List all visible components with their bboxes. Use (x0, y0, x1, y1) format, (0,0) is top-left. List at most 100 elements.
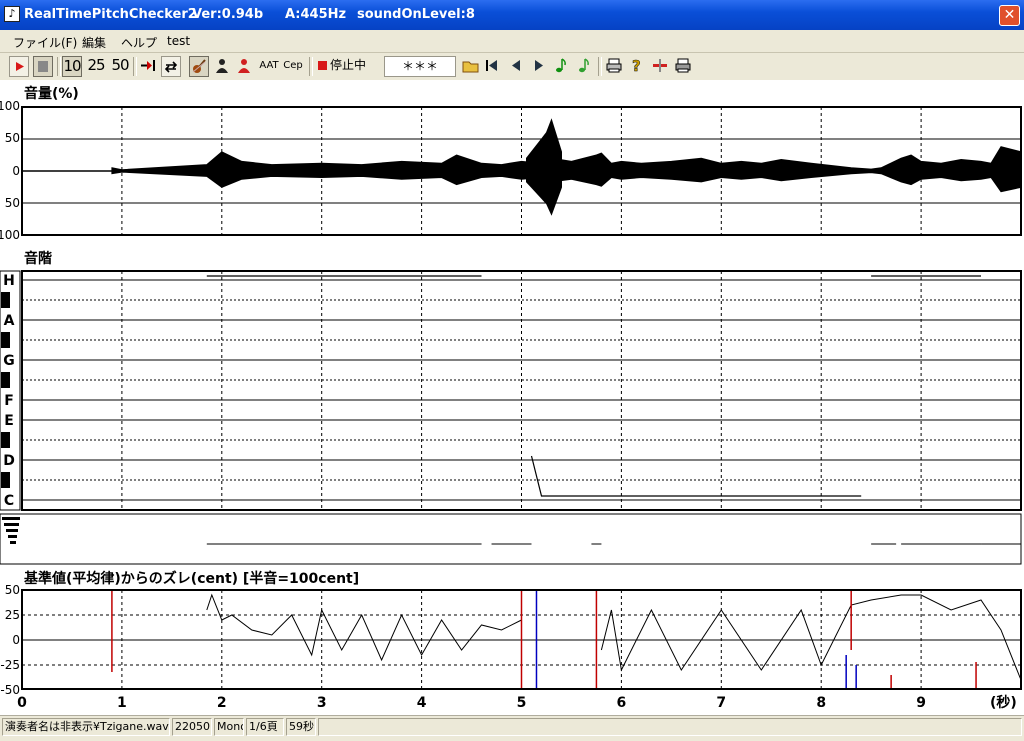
volume-series-1 (526, 118, 562, 216)
x-tick-label-8: 8 (816, 695, 826, 711)
stop-icon (38, 61, 48, 72)
x-tick-label-9: 9 (916, 695, 926, 711)
scale-pitch-series-1 (530, 455, 862, 497)
note-green-alt-button[interactable] (575, 56, 595, 77)
deviation-y-label-25: 25 (5, 608, 20, 622)
svg-text:?: ? (632, 57, 641, 75)
x-tick-label-5: 5 (517, 695, 527, 711)
menu-file[interactable]: ファイル(F) (13, 34, 77, 51)
deviation-series-1 (600, 594, 1022, 681)
volume-panel-title: 音量(%) (24, 85, 79, 102)
subband-tick-2 (6, 529, 18, 532)
note-label-F: F (4, 393, 14, 409)
printer-alt-icon (675, 58, 691, 73)
x-tick-label-4: 4 (417, 695, 427, 711)
x-axis: 0 1 2 3 4 5 6 7 8 9 (17, 695, 926, 711)
volume-y-label-100-bottom: 100 (0, 228, 20, 242)
help-question-icon: ? (632, 57, 641, 76)
x-tick-label-1: 1 (117, 695, 127, 711)
menu-edit[interactable]: 編集 (82, 34, 106, 51)
aat-button[interactable]: AAT (258, 56, 280, 77)
menu-test[interactable]: test (167, 34, 190, 48)
toolbar: 10 25 50 AAT Cep 停止中 ＊＊＊ ? (0, 53, 1024, 80)
help-button[interactable]: ? (627, 56, 647, 77)
person-red-button[interactable] (234, 56, 254, 77)
app-icon: ♪ (4, 6, 20, 22)
folder-open-icon (462, 61, 479, 73)
prev-page-button[interactable] (506, 56, 526, 77)
print-button[interactable] (604, 56, 624, 77)
speed-50-button[interactable]: 50 (109, 56, 131, 77)
note-label-G: G (3, 353, 15, 369)
note-label-A: A (4, 313, 15, 329)
status-sample-rate: 22050 (172, 718, 212, 736)
octave-subband (0, 513, 1022, 565)
x-tick-label-7: 7 (716, 695, 726, 711)
speed-10-button[interactable]: 10 (62, 56, 82, 77)
status-page: 1/6頁 (246, 718, 284, 736)
window-title-level: soundOnLevel:8 (357, 7, 475, 22)
scale-panel-frame (21, 270, 1022, 511)
scale-pitch-lines (206, 275, 981, 497)
subband-tick-0 (2, 517, 20, 520)
volume-y-label-100-top: 100 (0, 99, 20, 113)
stop-button[interactable] (33, 56, 53, 77)
volume-y-label-0: 0 (12, 164, 20, 178)
title-bar: ♪ RealTimePitchChecker2 Ver:0.94b A:445H… (0, 0, 1024, 30)
note-label-H: H (3, 273, 15, 289)
speed-25-button[interactable]: 25 (85, 56, 107, 77)
deviation-panel-title: 基準値(平均律)からのズレ(cent) [半音=100cent] (24, 570, 359, 587)
marker-button[interactable] (650, 56, 670, 77)
first-page-button[interactable] (482, 56, 502, 77)
stop-status: 停止中 (316, 56, 386, 77)
window-title-a-freq: A:445Hz (285, 7, 347, 22)
black-key-4 (1, 472, 10, 488)
black-key-1 (1, 332, 10, 348)
plots-svg: 音量(%) 100 50 0 50 100 音階 HAGFEDC 基準値(平均律… (0, 85, 1022, 711)
play-icon (16, 62, 24, 71)
loop-button[interactable] (161, 56, 181, 77)
plot-area: 音量(%) 100 50 0 50 100 音階 HAGFEDC 基準値(平均律… (0, 80, 1024, 712)
next-page-button[interactable] (529, 56, 549, 77)
stop-status-label: 停止中 (330, 58, 367, 72)
volume-y-label-50-bottom: 50 (5, 196, 20, 210)
window-title-version: Ver:0.94b (192, 7, 264, 22)
subband-tick-4 (10, 541, 16, 544)
next-page-icon (535, 60, 543, 71)
person-red-icon (238, 59, 250, 73)
music-note-alt-icon (579, 58, 589, 73)
loop-icon (164, 61, 178, 73)
music-note-icon (556, 58, 566, 73)
close-button[interactable]: ✕ (999, 5, 1020, 26)
menu-bar: ファイル(F) 編集 ヘルプ test (0, 30, 1024, 53)
print-preview-button[interactable] (673, 56, 693, 77)
subband-tick-3 (8, 535, 17, 538)
status-empty (318, 718, 1022, 736)
jump-to-end-icon (141, 60, 155, 71)
note-label-C: C (4, 493, 14, 509)
x-tick-label-2: 2 (217, 695, 227, 711)
x-axis-unit: (秒) (990, 694, 1017, 711)
black-key-3 (1, 432, 10, 448)
subband-tick-1 (4, 523, 19, 526)
note-display: ＊＊＊ (384, 56, 456, 77)
note-green-button[interactable] (552, 56, 572, 77)
black-key-2 (1, 372, 10, 388)
x-tick-label-3: 3 (317, 695, 327, 711)
violin-mode-button[interactable] (189, 56, 209, 77)
jump-end-button[interactable] (138, 56, 158, 77)
cep-button[interactable]: Cep (282, 56, 304, 77)
volume-series-0 (111, 146, 1022, 193)
menu-help[interactable]: ヘルプ (121, 34, 157, 51)
window-title-app: RealTimePitchChecker2 (24, 7, 197, 22)
volume-y-label-50-top: 50 (5, 131, 20, 145)
violin-icon (192, 59, 206, 73)
person-dark-button[interactable] (212, 56, 232, 77)
stop-square-icon (318, 61, 327, 70)
play-button[interactable] (9, 56, 29, 77)
close-icon: ✕ (1003, 7, 1016, 23)
note-label-E: E (4, 413, 14, 429)
note-label-D: D (3, 453, 15, 469)
status-duration: 59秒 (286, 718, 316, 736)
open-file-button[interactable] (461, 56, 481, 77)
